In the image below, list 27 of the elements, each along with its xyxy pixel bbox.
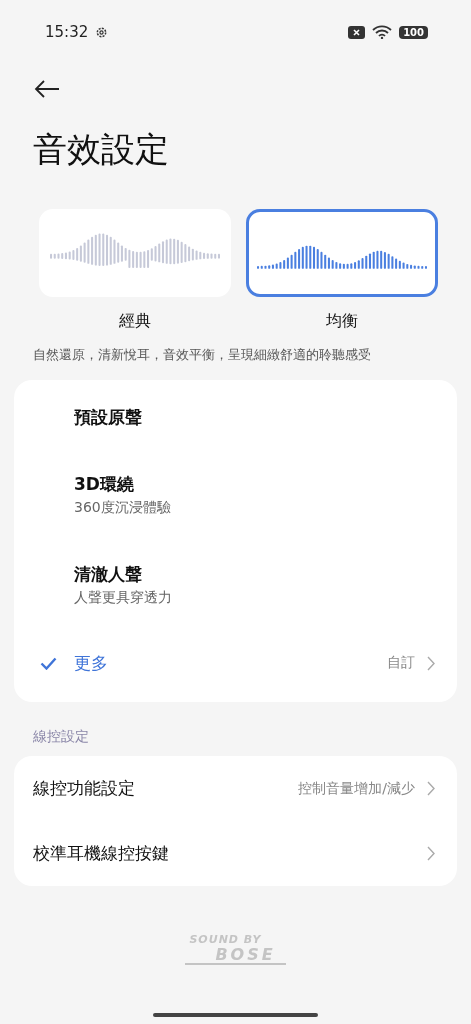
option-title: 預設原聲: [74, 405, 143, 429]
sound-option[interactable]: 更多 自訂: [14, 630, 457, 696]
preset-description: 自然還原，清新悅耳，音效平衡，呈現細緻舒適的聆聽感受: [33, 346, 372, 364]
gear-icon: [95, 25, 109, 39]
battery-level: 100: [399, 25, 428, 39]
preset-label: 經典: [119, 311, 151, 332]
preset-label: 均衡: [326, 311, 358, 332]
row-value: 控制音量增加/減少: [298, 779, 415, 798]
settings-row[interactable]: 線控功能設定 控制音量增加/減少: [14, 756, 457, 821]
sound-option[interactable]: 3D環繞 360度沉浸體驗: [14, 450, 457, 540]
option-title: 3D環繞: [74, 473, 135, 496]
preset-card[interactable]: [246, 209, 438, 297]
wifi-icon: [372, 25, 393, 39]
option-title: 清澈人聲: [74, 563, 143, 586]
option-title: 更多: [74, 651, 109, 675]
option-subtitle: 人聲更具穿透力: [74, 589, 173, 607]
section-header: 線控設定: [33, 728, 90, 746]
settings-row[interactable]: 校準耳機線控按鍵: [14, 821, 457, 886]
page-title: 音效設定: [33, 128, 170, 171]
option-subtitle: 360度沉浸體驗: [74, 499, 172, 517]
muted-x-icon: [348, 25, 366, 39]
row-title: 線控功能設定: [33, 777, 136, 800]
clock: 15:32: [45, 23, 89, 41]
option-value: 自訂: [387, 654, 415, 672]
row-title: 校準耳機線控按鍵: [33, 842, 170, 865]
sound-option[interactable]: 清澈人聲 人聲更具穿透力: [14, 540, 457, 630]
sound-option[interactable]: 預設原聲: [14, 384, 457, 450]
